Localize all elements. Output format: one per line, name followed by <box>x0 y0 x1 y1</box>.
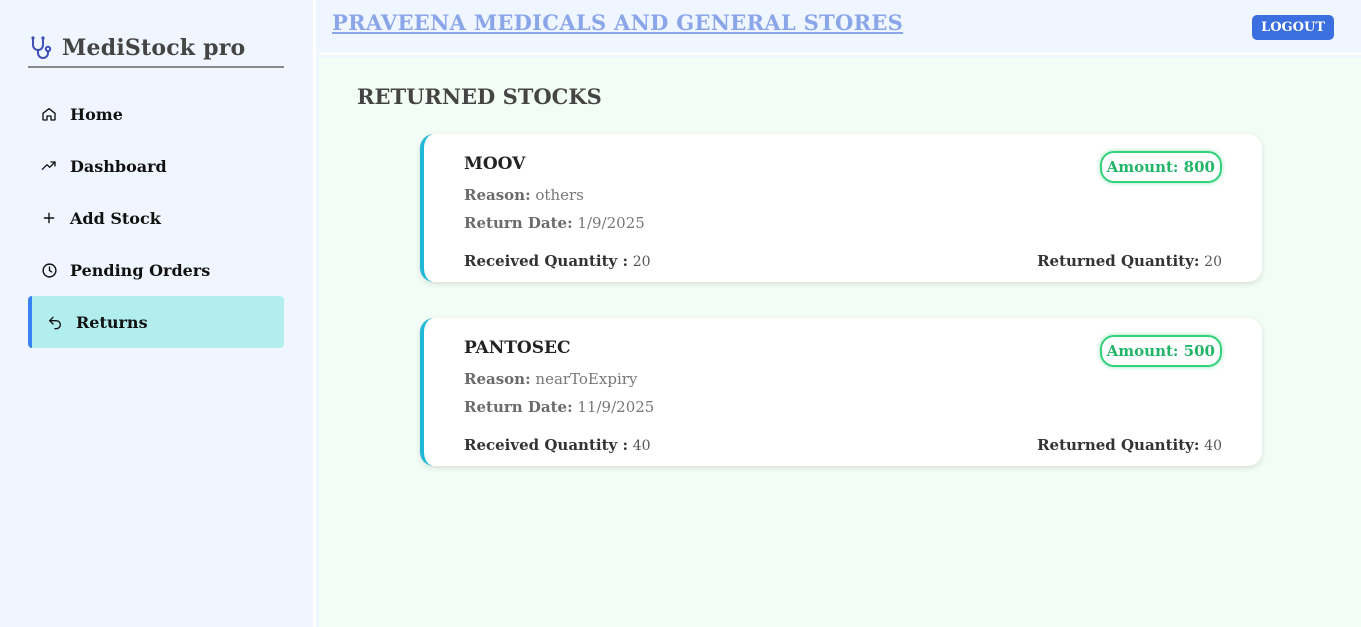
stethoscope-icon <box>28 35 54 61</box>
sidebar-item-label: Returns <box>76 312 148 332</box>
store-name-link[interactable]: PRAVEENA MEDICALS AND GENERAL STORES <box>332 10 903 35</box>
brand[interactable]: MediStock pro <box>28 30 284 68</box>
sidebar: MediStock pro Home Dashboard Add Stock P… <box>0 0 316 627</box>
return-date-row: Return Date: 1/9/2025 <box>464 214 645 232</box>
top-header: PRAVEENA MEDICALS AND GENERAL STORES LOG… <box>319 0 1361 55</box>
received-quantity-value: 20 <box>632 254 651 270</box>
app: MediStock pro Home Dashboard Add Stock P… <box>0 0 1361 627</box>
amount-badge: Amount: 500 <box>1099 335 1222 367</box>
amount-badge: Amount: 800 <box>1099 151 1222 183</box>
returned-quantity-value: 20 <box>1204 254 1222 270</box>
returned-quantity-label: Returned Quantity: <box>1037 252 1200 270</box>
sidebar-item-home[interactable]: Home <box>28 88 284 140</box>
reason-row: Reason: nearToExpiry <box>464 370 637 388</box>
sidebar-item-pending-orders[interactable]: Pending Orders <box>28 244 284 296</box>
brand-name: MediStock pro <box>62 35 246 61</box>
received-quantity-value: 40 <box>632 438 651 454</box>
returned-quantity: Returned Quantity: 40 <box>1037 436 1222 454</box>
plus-icon <box>40 209 58 227</box>
logout-button[interactable]: LOGOUT <box>1252 15 1334 40</box>
sidebar-item-label: Home <box>70 104 123 124</box>
trending-up-icon <box>40 157 58 175</box>
returned-quantity-value: 40 <box>1204 438 1222 454</box>
sidebar-item-returns[interactable]: Returns <box>28 296 284 348</box>
sidebar-item-dashboard[interactable]: Dashboard <box>28 140 284 192</box>
sidebar-item-label: Pending Orders <box>70 260 211 280</box>
received-quantity-label: Received Quantity : <box>464 436 628 454</box>
main-content: RETURNED STOCKS MOOV Amount: 800 Reason:… <box>319 58 1361 627</box>
return-date-value: 11/9/2025 <box>577 398 655 416</box>
received-quantity-label: Received Quantity : <box>464 252 628 270</box>
sidebar-item-add-stock[interactable]: Add Stock <box>28 192 284 244</box>
return-date-label: Return Date: <box>464 398 573 416</box>
sidebar-nav: Home Dashboard Add Stock Pending Orders <box>28 88 284 348</box>
received-quantity: Received Quantity : 20 <box>464 252 651 270</box>
return-card: MOOV Amount: 800 Reason: others Return D… <box>420 134 1262 282</box>
clock-icon <box>40 261 58 279</box>
reason-label: Reason: <box>464 370 531 388</box>
returned-quantity-label: Returned Quantity: <box>1037 436 1200 454</box>
return-date-row: Return Date: 11/9/2025 <box>464 398 654 416</box>
sidebar-item-label: Dashboard <box>70 156 167 176</box>
return-date-value: 1/9/2025 <box>577 214 645 232</box>
sidebar-item-label: Add Stock <box>70 208 161 228</box>
reason-value: others <box>535 186 584 204</box>
received-quantity: Received Quantity : 40 <box>464 436 651 454</box>
undo-arrow-icon <box>46 313 64 331</box>
product-name: PANTOSEC <box>464 338 571 358</box>
reason-row: Reason: others <box>464 186 584 204</box>
reason-value: nearToExpiry <box>535 370 638 388</box>
product-name: MOOV <box>464 154 526 174</box>
return-card: PANTOSEC Amount: 500 Reason: nearToExpir… <box>420 318 1262 466</box>
home-icon <box>40 105 58 123</box>
page-title: RETURNED STOCKS <box>357 84 602 109</box>
returned-quantity: Returned Quantity: 20 <box>1037 252 1222 270</box>
reason-label: Reason: <box>464 186 531 204</box>
return-date-label: Return Date: <box>464 214 573 232</box>
